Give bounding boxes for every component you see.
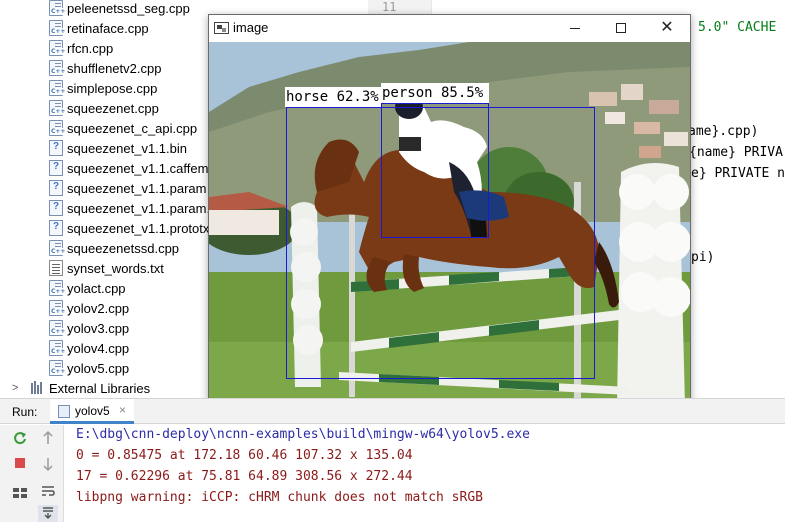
- minimize-button[interactable]: [552, 15, 598, 41]
- unknown-file-icon: ?: [49, 160, 63, 176]
- close-tab-icon[interactable]: ×: [119, 403, 126, 417]
- maximize-button[interactable]: [598, 15, 644, 41]
- unknown-file-icon: ?: [49, 140, 63, 156]
- rerun-button[interactable]: [10, 430, 30, 450]
- external-libraries-label: External Libraries: [49, 380, 151, 396]
- code-fragment: 5.0" CACHE I: [698, 20, 785, 35]
- layout-button[interactable]: [10, 486, 30, 506]
- run-label: Run:: [12, 405, 38, 419]
- image-app-icon: [214, 22, 229, 34]
- cpp-file-icon: C++: [49, 240, 67, 256]
- scroll-down-button[interactable]: [38, 456, 58, 476]
- soft-wrap-icon: [42, 486, 55, 496]
- close-icon: ✕: [660, 19, 674, 36]
- detection-label-person: person 85.5%: [381, 83, 489, 103]
- tree-file-label: squeezenet_v1.1.param: [67, 180, 207, 196]
- console-line: libpng warning: iCCP: cHRM chunk does no…: [76, 490, 483, 505]
- stop-button[interactable]: [10, 456, 30, 476]
- tree-file-label: squeezenet_c_api.cpp: [67, 120, 198, 136]
- console-line: 0 = 0.85475 at 172.18 60.46 107.32 x 135…: [76, 448, 413, 463]
- cpp-file-icon: C++: [49, 280, 67, 296]
- code-fragment: pi): [691, 250, 715, 265]
- tree-file-label: rfcn.cpp: [67, 40, 114, 56]
- tree-file-label: squeezenet.cpp: [67, 100, 159, 116]
- tree-file-label: squeezenet_v1.1.caffemo: [67, 160, 216, 176]
- scroll-up-button[interactable]: [38, 430, 58, 450]
- soft-wrap-button[interactable]: [38, 484, 58, 504]
- run-console[interactable]: E:\dbg\cnn-deploy\ncnn-examples\build\mi…: [65, 425, 785, 522]
- tab-yolov5[interactable]: yolov5 ×: [50, 399, 134, 424]
- unknown-file-icon: ?: [49, 220, 63, 236]
- tree-file-label: synset_words.txt: [67, 260, 164, 276]
- run-config-icon: [58, 405, 70, 418]
- tree-file-label: squeezenetssd.cpp: [67, 240, 180, 256]
- run-panel-header: Run: yolov5 ×: [0, 398, 785, 424]
- line-number: 11: [382, 0, 397, 14]
- console-line: 17 = 0.62296 at 75.81 64.89 308.56 x 272…: [76, 469, 413, 484]
- console-line: E:\dbg\cnn-deploy\ncnn-examples\build\mi…: [76, 427, 530, 442]
- scroll-to-end-icon: [43, 507, 53, 519]
- cpp-file-icon: C++: [49, 320, 67, 336]
- tree-file-label: shufflenetv2.cpp: [67, 60, 162, 76]
- cpp-file-icon: C++: [49, 20, 67, 36]
- close-button[interactable]: ✕: [644, 15, 690, 41]
- window-title: image: [233, 20, 269, 35]
- cpp-file-icon: C++: [49, 360, 67, 376]
- run-toolbar: [0, 425, 64, 522]
- cpp-file-icon: C++: [49, 300, 67, 316]
- cpp-file-icon: C++: [49, 80, 67, 96]
- tree-file-label: retinaface.cpp: [67, 20, 149, 36]
- stop-icon: [15, 458, 25, 468]
- rerun-icon: [14, 432, 26, 445]
- tree-file-label: yolov3.cpp: [67, 320, 130, 336]
- unknown-file-icon: ?: [49, 200, 63, 216]
- tree-file-label: yolov4.cpp: [67, 340, 130, 356]
- run-tab-label: yolov5: [75, 404, 110, 418]
- tree-file-label: simplepose.cpp: [67, 80, 158, 96]
- minimize-icon: [570, 28, 580, 29]
- layout-icon: [13, 488, 27, 498]
- text-file-icon: [49, 260, 63, 276]
- tree-file-label: squeezenet_v1.1.bin: [67, 140, 187, 156]
- image-window[interactable]: image ✕ horse 62.3% person 85.5%: [208, 14, 691, 406]
- tree-file-label: peleenetssd_seg.cpp: [67, 0, 190, 16]
- tree-file-label: squeezenet_v1.1.prototx: [67, 220, 210, 236]
- window-titlebar[interactable]: image ✕: [209, 15, 690, 41]
- tree-file-label: yolov5.cpp: [67, 360, 130, 376]
- code-fragment: ame}.cpp): [688, 124, 759, 139]
- library-icon: [31, 381, 45, 394]
- cpp-file-icon: C++: [49, 40, 67, 56]
- tree-file-label: squeezenet_v1.1.param.b: [67, 200, 218, 216]
- arrow-down-icon: [43, 458, 53, 472]
- cpp-file-icon: C++: [49, 100, 67, 116]
- unknown-file-icon: ?: [49, 180, 63, 196]
- code-fragment: {name} PRIVA: [689, 145, 783, 160]
- cpp-file-icon: C++: [49, 60, 67, 76]
- cpp-file-icon: C++: [49, 0, 67, 16]
- chevron-right-icon[interactable]: >: [12, 382, 18, 394]
- tree-file-label: yolact.cpp: [67, 280, 126, 296]
- arrow-up-icon: [43, 430, 53, 444]
- detection-image: horse 62.3% person 85.5%: [209, 42, 690, 405]
- tree-file-label: yolov2.cpp: [67, 300, 130, 316]
- cpp-file-icon: C++: [49, 340, 67, 356]
- cpp-file-icon: C++: [49, 120, 67, 136]
- detection-label-horse: horse 62.3%: [285, 87, 381, 107]
- scroll-to-end-button[interactable]: [38, 505, 58, 522]
- code-fragment: e} PRIVATE no: [691, 166, 785, 181]
- detection-box-person: [381, 103, 489, 238]
- maximize-icon: [616, 23, 626, 33]
